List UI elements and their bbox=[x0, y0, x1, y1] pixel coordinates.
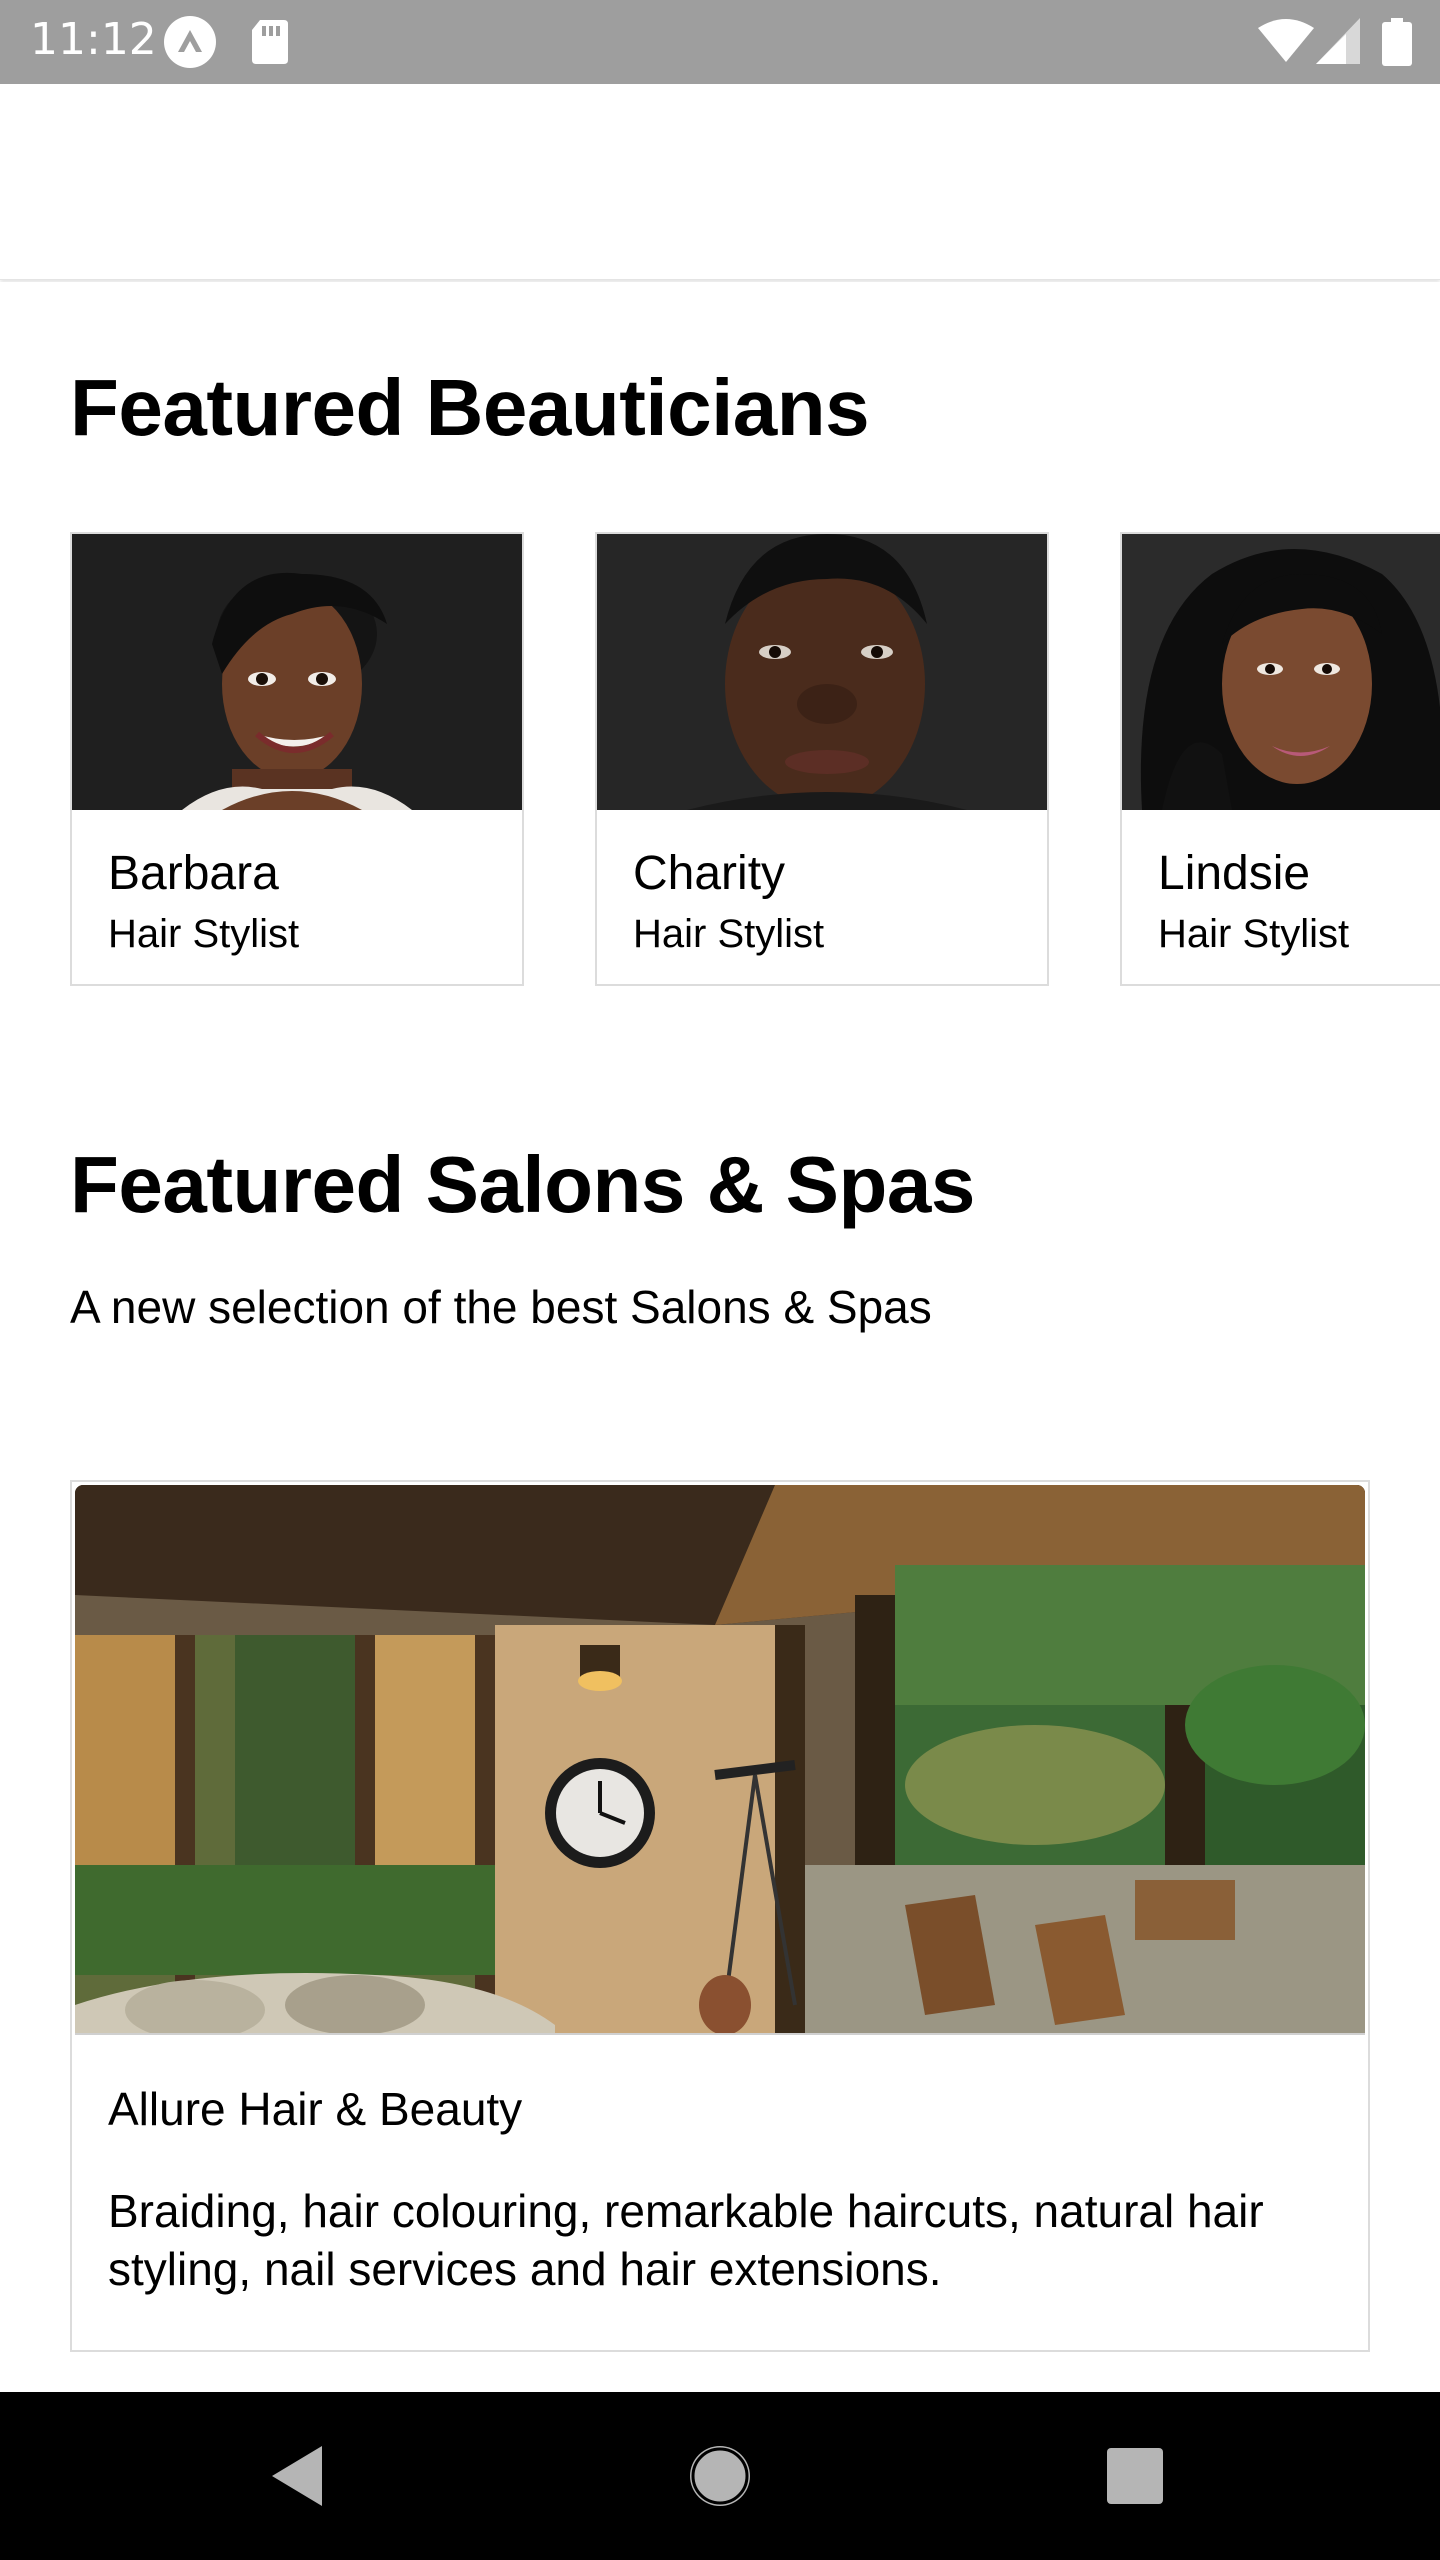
navigation-bar bbox=[0, 2392, 1440, 2560]
beautician-role: Hair Stylist bbox=[633, 912, 825, 956]
battery-icon bbox=[1382, 18, 1412, 71]
beautician-card[interactable]: Lindsie Hair Stylist bbox=[1120, 532, 1440, 986]
beautician-role: Hair Stylist bbox=[108, 912, 300, 956]
status-bar: 11:12 bbox=[0, 0, 1440, 84]
beautician-card[interactable]: Charity Hair Stylist bbox=[595, 532, 1049, 986]
beautician-name: Lindsie bbox=[1158, 847, 1311, 900]
featured-salons-subtitle: A new selection of the best Salons & Spa… bbox=[70, 1281, 932, 1333]
status-time: 11:12 bbox=[30, 14, 157, 65]
salon-description: Braiding, hair colouring, remarkable hai… bbox=[108, 2185, 1264, 2295]
beautician-role: Hair Stylist bbox=[1158, 912, 1350, 956]
beautician-card[interactable]: Barbara Hair Stylist bbox=[70, 532, 524, 986]
salon-photo bbox=[75, 1485, 1365, 2035]
wifi-icon bbox=[1258, 18, 1314, 69]
salon-name: Allure Hair & Beauty bbox=[108, 2083, 523, 2135]
back-icon[interactable] bbox=[250, 2426, 350, 2526]
app-bar bbox=[0, 84, 1440, 280]
salon-card[interactable]: Allure Hair & Beauty Braiding, hair colo… bbox=[70, 1480, 1370, 2352]
beautician-name: Barbara bbox=[108, 847, 279, 900]
beautician-photo bbox=[72, 534, 522, 810]
beautician-carousel[interactable]: Barbara Hair Stylist Charity Hair Stylis… bbox=[0, 532, 1440, 992]
featured-salons-title: Featured Salons & Spas bbox=[70, 1140, 975, 1229]
beautician-photo bbox=[597, 534, 1047, 810]
home-icon[interactable] bbox=[670, 2426, 770, 2526]
beautician-photo bbox=[1122, 534, 1440, 810]
recents-icon[interactable] bbox=[1085, 2426, 1185, 2526]
main-content: Featured Beauticians Barbara Hair Stylis… bbox=[0, 282, 1440, 2392]
featured-beauticians-title: Featured Beauticians bbox=[70, 363, 870, 452]
beautician-name: Charity bbox=[633, 847, 786, 900]
sd-card-icon bbox=[250, 16, 302, 68]
app-notification-icon bbox=[164, 16, 216, 68]
cellular-signal-icon bbox=[1316, 18, 1360, 69]
